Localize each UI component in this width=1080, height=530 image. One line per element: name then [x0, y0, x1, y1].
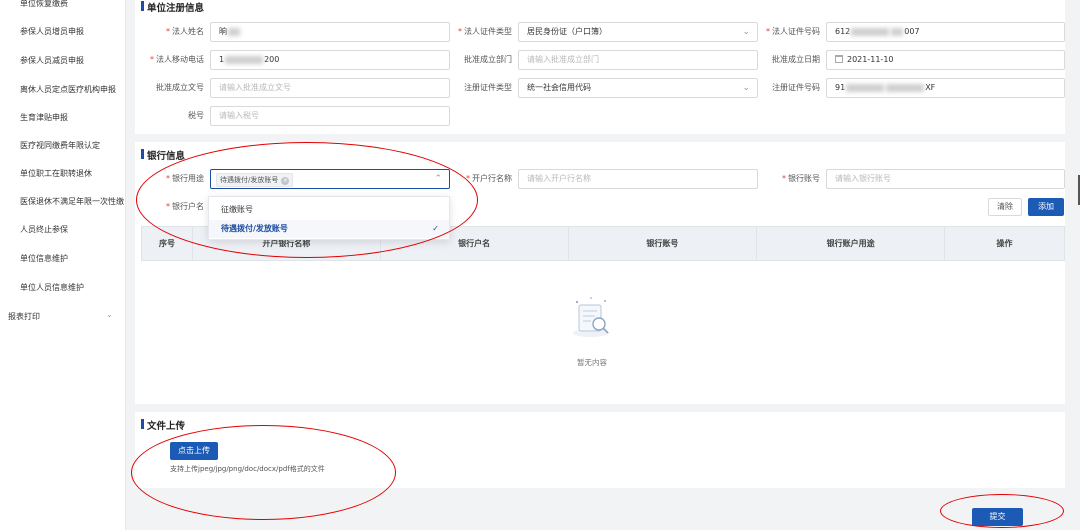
clear-button[interactable]: 清除 — [988, 198, 1022, 216]
sidebar-item-add-insured[interactable]: 参保人员增员申报 — [20, 26, 84, 37]
sidebar-item-reduce-insured[interactable]: 参保人员减员申报 — [20, 55, 84, 66]
legal-name-label: * 法人姓名 — [166, 27, 204, 36]
account-field[interactable]: 请输入银行账号 — [826, 169, 1065, 189]
chevron-down-icon[interactable]: ⌄ — [106, 310, 113, 319]
bank-usage-select[interactable]: 待遇拨付/发放账号 × ⌃ — [210, 169, 450, 189]
sidebar-item-retire-transfer[interactable]: 单位职工在职转退休 — [20, 168, 92, 179]
registration-title: 单位注册信息 — [140, 0, 204, 14]
dropdown-option-payout[interactable]: 待遇拨付/发放账号 ✓ — [209, 220, 449, 238]
main-content: 单位注册信息 * 法人姓名 晌 * 法人证件类型 居民身份证（户口簿） ⌄ * 法人证件… — [126, 0, 1080, 530]
close-icon[interactable]: × — [281, 177, 290, 185]
reg-type-select[interactable]: 统一社会信用代码 ⌄ — [518, 78, 758, 98]
id-no-label: * 法人证件号码 — [766, 27, 820, 36]
reg-type-label: 注册证件类型 — [464, 83, 512, 92]
col-header-index: 序号 — [141, 226, 193, 261]
sidebar-item-terminate[interactable]: 人员终止参保 — [20, 224, 68, 235]
upload-button[interactable]: 点击上传 — [170, 442, 218, 460]
mobile-field[interactable]: 1 200 — [210, 50, 450, 70]
bank-usage-dropdown: 征缴账号 待遇拨付/发放账号 ✓ — [208, 196, 450, 240]
bank-usage-label: * 银行用途 — [166, 174, 204, 183]
bank-usage-tag: 待遇拨付/发放账号 × — [216, 173, 294, 187]
sidebar-group-reports[interactable]: 报表打印 — [8, 311, 40, 322]
bank-title: 银行信息 — [140, 148, 185, 162]
approve-doc-field[interactable]: 请输入批准成立文号 — [210, 78, 450, 98]
check-icon: ✓ — [432, 224, 439, 233]
empty-state-icon — [573, 297, 609, 337]
approve-dept-label: 批准成立部门 — [464, 55, 512, 64]
sidebar-item-maternity[interactable]: 生育津贴申报 — [20, 112, 68, 123]
sidebar: 单位恢复缴费 参保人员增员申报 参保人员减员申报 离休人员定点医疗机构申报 生育… — [0, 0, 126, 530]
legal-name-field[interactable]: 晌 — [210, 22, 450, 42]
account-label: * 银行账号 — [782, 174, 820, 183]
holder-label: * 银行户名 — [166, 202, 204, 211]
registration-panel: 单位注册信息 * 法人姓名 晌 * 法人证件类型 居民身份证（户口簿） ⌄ * 法人证件… — [135, 0, 1065, 134]
upload-hint: 支持上传jpeg/jpg/png/doc/docx/pdf格式的文件 — [170, 465, 325, 473]
sidebar-item-unit-info[interactable]: 单位信息维护 — [20, 253, 68, 264]
sidebar-item-retiree-medical[interactable]: 离休人员定点医疗机构申报 — [20, 84, 116, 95]
mobile-label: * 法人移动电话 — [150, 55, 204, 64]
dropdown-option-collection[interactable]: 征缴账号 — [209, 201, 449, 219]
col-header-action: 操作 — [944, 226, 1065, 261]
open-bank-field[interactable]: 请输入开户行名称 — [518, 169, 758, 189]
col-header-usage: 银行账户用途 — [756, 226, 946, 261]
upload-title: 文件上传 — [140, 418, 185, 432]
open-bank-label: * 开户行名称 — [466, 174, 512, 183]
empty-state-text: 暂无内容 — [577, 358, 607, 367]
sidebar-item-medical-years[interactable]: 医疗视同缴费年限认定 — [20, 140, 100, 151]
id-type-select[interactable]: 居民身份证（户口簿） ⌄ — [518, 22, 758, 42]
id-type-label: * 法人证件类型 — [458, 27, 512, 36]
sidebar-item-one-time-payment[interactable]: 医保退休不满足年限一次性缴 — [20, 196, 124, 207]
approve-dept-field[interactable]: 请输入批准成立部门 — [518, 50, 758, 70]
approve-date-label: 批准成立日期 — [772, 55, 820, 64]
col-header-account: 银行账号 — [567, 226, 758, 261]
upload-panel: 文件上传 点击上传 支持上传jpeg/jpg/png/doc/docx/pdf格… — [135, 412, 1065, 488]
tax-label: 税号 — [188, 111, 204, 120]
tax-field[interactable]: 请输入税号 — [210, 106, 450, 126]
approve-date-field[interactable]: 2021-11-10 — [826, 50, 1065, 70]
id-no-field[interactable]: 612 007 — [826, 22, 1065, 42]
add-button[interactable]: 添加 — [1028, 198, 1064, 216]
sidebar-item-resume-payment[interactable]: 单位恢复缴费 — [20, 0, 68, 9]
calendar-icon — [835, 54, 843, 63]
sidebar-item-unit-person-info[interactable]: 单位人员信息维护 — [20, 282, 84, 293]
approve-doc-label: 批准成立文号 — [156, 83, 204, 92]
reg-no-field[interactable]: 91 XF — [826, 78, 1065, 98]
reg-no-label: 注册证件号码 — [772, 83, 820, 92]
submit-button[interactable]: 提交 — [972, 508, 1023, 526]
